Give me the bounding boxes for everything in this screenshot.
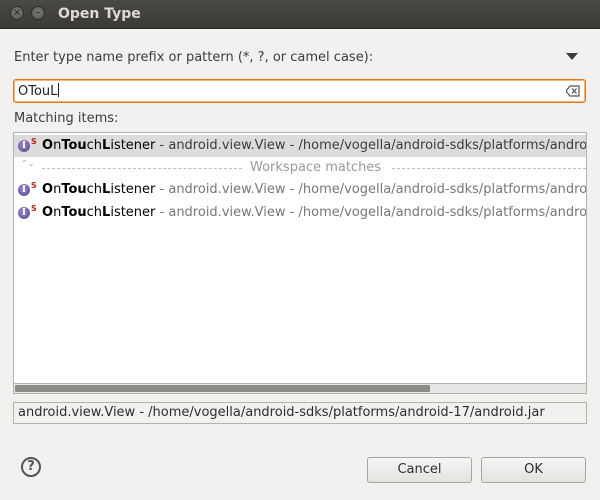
cancel-button[interactable]: Cancel [367, 457, 472, 483]
list-item[interactable]: I S OnTouchListener - android.view.View … [14, 135, 586, 157]
type-detail: - android.view.View - /home/vogella/andr… [159, 138, 586, 153]
type-details-bar: android.view.View - /home/vogella/androi… [13, 402, 587, 424]
workspace-matches-separator: ⌃⌄ Workspace matches [14, 159, 586, 177]
type-name: OnTouchListener - android.view.View - /h… [42, 182, 586, 197]
matching-items-list[interactable]: I S OnTouchListener - android.view.View … [13, 132, 587, 394]
help-icon[interactable]: ? [21, 457, 41, 477]
close-window-icon[interactable]: × [10, 6, 24, 20]
static-icon: S [31, 137, 37, 146]
scrollbar-thumb[interactable] [15, 385, 430, 392]
static-icon: S [31, 181, 37, 190]
type-detail: - android.view.View - /home/vogella/andr… [159, 205, 586, 220]
title-bar: × – Open Type [0, 0, 600, 29]
type-detail: - android.view.View - /home/vogella/andr… [159, 182, 586, 197]
type-search-input[interactable]: OTouL [13, 79, 586, 103]
static-icon: S [31, 204, 37, 213]
search-input-value[interactable]: OTouL [18, 83, 60, 99]
interface-icon: I [18, 207, 30, 219]
matching-items-label: Matching items: [14, 111, 119, 126]
interface-icon: I [18, 184, 30, 196]
details-text: android.view.View - /home/vogella/androi… [18, 405, 545, 420]
ok-button[interactable]: OK [481, 457, 586, 483]
separator-line [42, 168, 242, 169]
view-menu-dropdown-icon[interactable] [566, 53, 578, 60]
separator-line [392, 168, 586, 169]
pattern-prompt-label: Enter type name prefix or pattern (*, ?,… [14, 50, 374, 65]
list-item[interactable]: I S OnTouchListener - android.view.View … [14, 179, 586, 201]
clear-icon[interactable] [566, 85, 580, 97]
separator-arrows-icon: ⌃⌄ [21, 159, 35, 168]
window-title: Open Type [58, 6, 141, 22]
separator-label: Workspace matches [250, 160, 382, 175]
list-item[interactable]: I S OnTouchListener - android.view.View … [14, 202, 586, 224]
type-name: OnTouchListener - android.view.View - /h… [42, 138, 586, 153]
minimize-window-icon[interactable]: – [31, 6, 45, 20]
horizontal-scrollbar[interactable] [13, 383, 587, 394]
type-name: OnTouchListener - android.view.View - /h… [42, 205, 586, 220]
interface-icon: I [18, 140, 30, 152]
